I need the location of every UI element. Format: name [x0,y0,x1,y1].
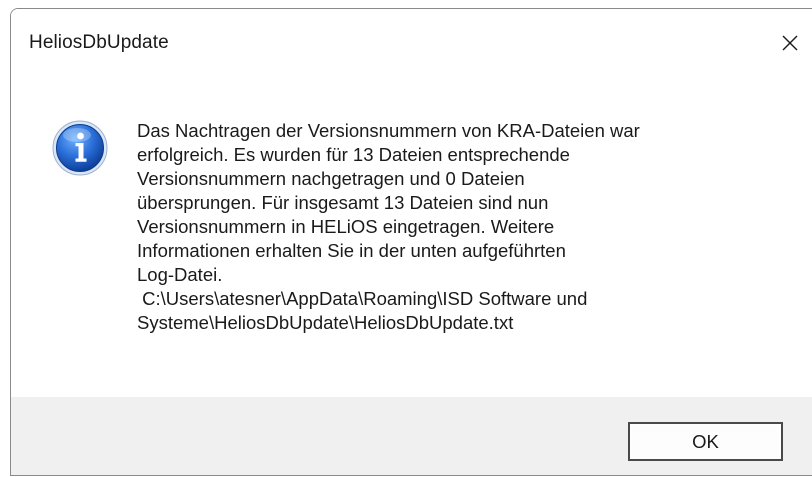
window-title: HeliosDbUpdate [29,32,169,53]
info-icon [51,119,109,177]
title-bar[interactable]: HeliosDbUpdate [11,9,812,79]
close-icon [782,35,798,51]
ok-button[interactable]: OK [628,422,783,461]
message-text: Das Nachtragen der Versionsnummern von K… [137,120,640,333]
message-dialog: HeliosDbUpdate Das Nachtragen der Versio… [10,8,812,476]
close-button[interactable] [769,23,811,63]
dialog-footer: OK [11,397,812,475]
dialog-content: Das Nachtragen der Versionsnummern von K… [11,79,812,397]
